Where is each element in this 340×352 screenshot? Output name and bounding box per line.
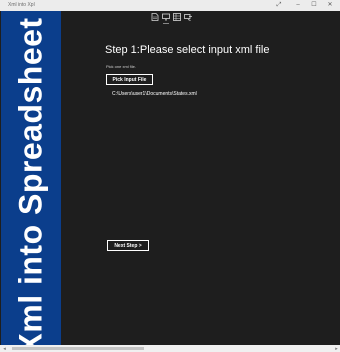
hint-text: Pick one xml file. xyxy=(106,64,137,69)
minimize-button[interactable]: – xyxy=(291,0,305,11)
maximize-button[interactable]: ☐ xyxy=(307,0,321,11)
fullscreen-button[interactable]: ⤢ xyxy=(272,0,286,11)
horizontal-scrollbar[interactable]: ◂ ▸ xyxy=(0,345,340,352)
xml-file-icon[interactable] xyxy=(150,12,159,21)
selected-file-path: C:\Users\user1\Documents\States.xml xyxy=(112,91,197,97)
close-button[interactable]: ✕ xyxy=(323,0,337,11)
sidebar-title: Xml into Spreadsheet xyxy=(12,17,49,345)
export-icon[interactable] xyxy=(183,12,192,21)
current-step-indicator xyxy=(163,23,169,24)
next-step-button[interactable]: Next Step > xyxy=(107,240,149,251)
step-icons xyxy=(150,12,192,24)
app-title: Xml into Xpl xyxy=(8,2,35,8)
title-bar: Xml into Xpl ⤢ – ☐ ✕ xyxy=(0,0,340,11)
scrollbar-thumb[interactable] xyxy=(12,347,144,350)
pick-input-file-button[interactable]: Pick Input File xyxy=(106,74,153,85)
step-heading: Step 1:Please select input xml file xyxy=(105,44,270,56)
sidebar-banner: Xml into Spreadsheet xyxy=(1,11,61,345)
spreadsheet-icon[interactable] xyxy=(172,12,181,21)
monitor-icon[interactable] xyxy=(161,12,170,21)
scroll-right-icon[interactable]: ▸ xyxy=(333,345,340,352)
scroll-left-icon[interactable]: ◂ xyxy=(1,345,8,352)
